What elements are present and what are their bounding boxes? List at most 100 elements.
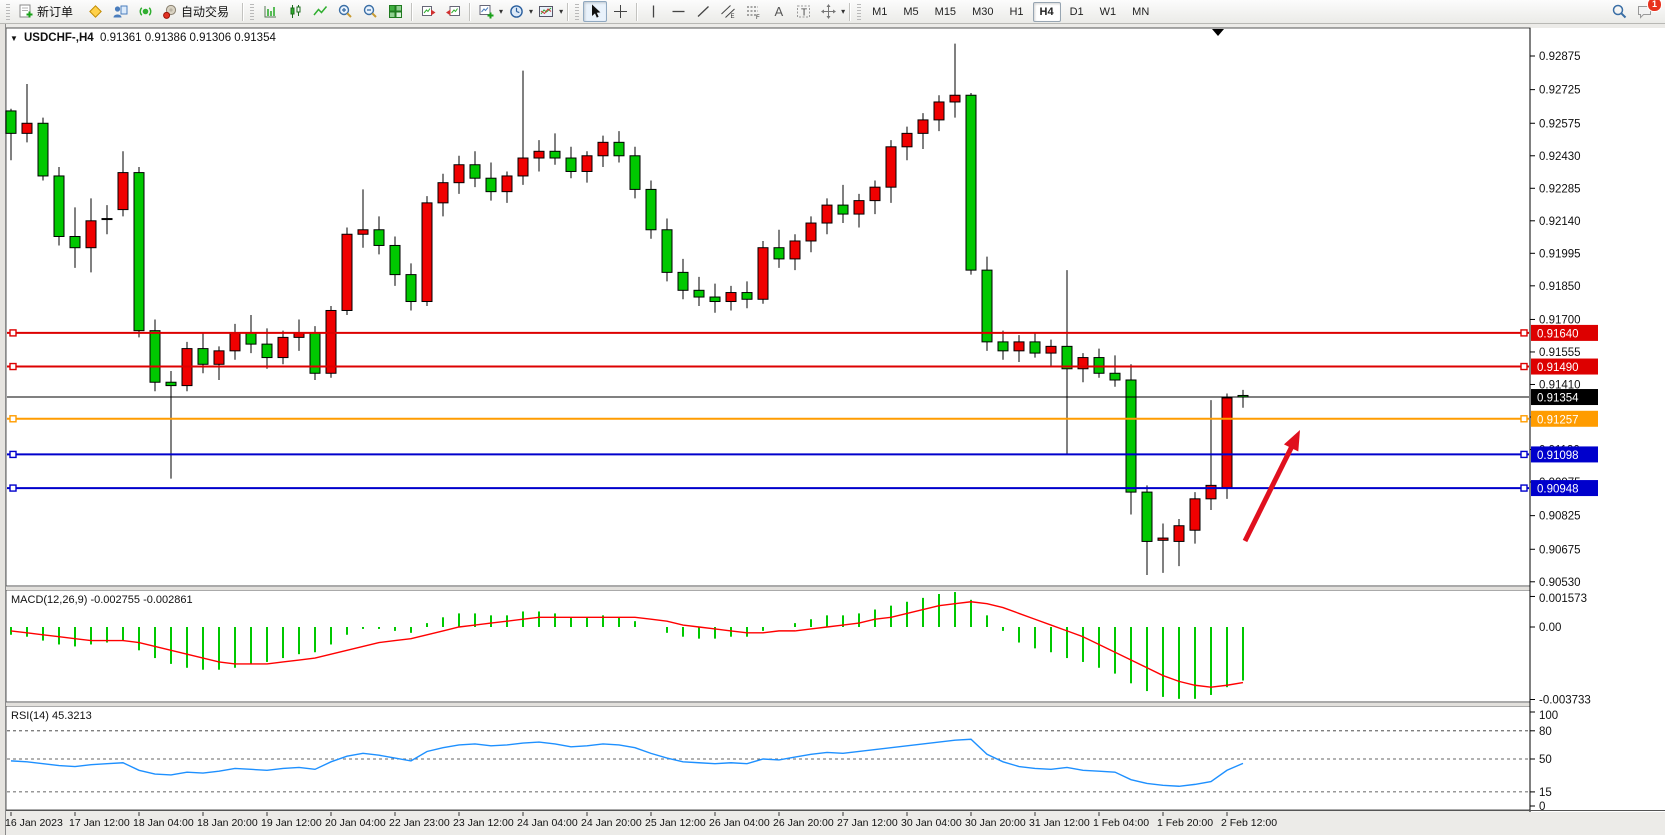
navigator-button[interactable] [133, 1, 157, 22]
rsi-axis-label: 15 [1539, 787, 1552, 799]
period-clock-button[interactable] [504, 1, 528, 22]
new-order-label: 新订单 [35, 3, 78, 20]
text-label-icon: T [795, 3, 812, 20]
timeframe-H4[interactable]: H4 [1033, 2, 1061, 22]
time-tick-label: 24 Jan 04:00 [517, 817, 578, 829]
zoom-out-icon [362, 3, 379, 20]
timeframe-H1[interactable]: H1 [1002, 2, 1030, 22]
trendline-icon [695, 3, 712, 20]
tile-windows-icon [387, 3, 404, 20]
crosshair-tool-button[interactable] [608, 1, 632, 22]
timeframe-MN[interactable]: MN [1125, 2, 1156, 22]
shapes-combo[interactable]: ▾ [816, 1, 845, 22]
trendline-tool-button[interactable] [691, 1, 715, 22]
auto-trading-button[interactable]: 自动交易 [158, 1, 238, 22]
price-tick-label: 0.91700 [1539, 314, 1581, 326]
line-handle[interactable] [10, 451, 16, 457]
search-button[interactable] [1607, 1, 1631, 22]
text-tool-button[interactable]: A [766, 1, 790, 22]
bar-chart-icon [262, 3, 279, 20]
pane-separator[interactable] [6, 587, 1665, 590]
time-tick-label: 20 Jan 04:00 [325, 817, 386, 829]
price-tick-label: 0.90675 [1539, 544, 1581, 556]
line-handle[interactable] [10, 416, 16, 422]
chart-window[interactable]: 0.928750.927250.925750.924300.922850.921… [0, 24, 1665, 835]
chart-canvas[interactable]: 0.928750.927250.925750.924300.922850.921… [0, 24, 1665, 835]
zoom-in-button[interactable] [333, 1, 357, 22]
cursor-tool-button[interactable] [583, 1, 607, 22]
line-handle[interactable] [10, 364, 16, 370]
toolbar-grip[interactable] [857, 4, 861, 20]
line-handle[interactable] [10, 330, 16, 336]
arrows-tool-button[interactable] [816, 1, 840, 22]
line-handle[interactable] [1521, 485, 1527, 491]
line-handle[interactable] [1521, 451, 1527, 457]
timeframe-M1[interactable]: M1 [865, 2, 894, 22]
line-handle[interactable] [10, 485, 16, 491]
new-chart-button[interactable] [474, 1, 498, 22]
toolbar-grip[interactable] [6, 4, 10, 20]
zoom-out-button[interactable] [358, 1, 382, 22]
notifications[interactable]: 1 [1632, 1, 1656, 22]
data-window-button[interactable] [108, 1, 132, 22]
price-tick-label: 0.91995 [1539, 248, 1581, 260]
vertical-line-tool-button[interactable] [641, 1, 665, 22]
time-tick-label: 18 Jan 04:00 [133, 817, 194, 829]
market-watch-button[interactable] [83, 1, 107, 22]
template-icon [538, 3, 555, 20]
template-combo[interactable]: ▾ [534, 1, 563, 22]
template-button[interactable] [534, 1, 558, 22]
time-tick-label: 19 Jan 12:00 [261, 817, 322, 829]
horizontal-line-tool-button[interactable] [666, 1, 690, 22]
timeframe-M5[interactable]: M5 [896, 2, 925, 22]
candlestick-chart-button[interactable] [283, 1, 307, 22]
time-tick-label: 26 Jan 20:00 [773, 817, 834, 829]
auto-scroll-button[interactable] [416, 1, 440, 22]
notification-badge[interactable]: 1 [1647, 0, 1662, 12]
line-handle[interactable] [1521, 330, 1527, 336]
rsi-axis-label: 100 [1539, 710, 1558, 722]
auto-trading-icon [162, 3, 179, 20]
chart-menu-toggle[interactable]: ▼ [10, 34, 18, 43]
clock-icon [508, 3, 525, 20]
text-label-tool-button[interactable]: T [791, 1, 815, 22]
chevron-down-icon[interactable]: ▾ [841, 7, 845, 16]
line-handle[interactable] [1521, 364, 1527, 370]
pane-separator[interactable] [6, 703, 1665, 706]
chart-shift-button[interactable] [441, 1, 465, 22]
chart-ohlc: 0.91361 0.91386 0.91306 0.91354 [100, 32, 276, 44]
time-tick-label: 27 Jan 12:00 [837, 817, 898, 829]
main-price-pane[interactable] [6, 28, 1530, 586]
mt4-window: 新订单 自动交易 [0, 0, 1665, 835]
timeframe-M30[interactable]: M30 [965, 2, 1000, 22]
market-watch-icon [87, 3, 104, 20]
new-order-button[interactable]: 新订单 [14, 1, 82, 22]
timeframe-D1[interactable]: D1 [1063, 2, 1091, 22]
fibonacci-tool-button[interactable]: F [741, 1, 765, 22]
period-combo[interactable]: ▾ [504, 1, 533, 22]
time-tick-label: 26 Jan 04:00 [709, 817, 770, 829]
toolbar-grip[interactable] [575, 4, 579, 20]
tile-windows-button[interactable] [383, 1, 407, 22]
line-handle[interactable] [1521, 416, 1527, 422]
time-tick-label: 30 Jan 04:00 [901, 817, 962, 829]
horizontal-line-icon [670, 3, 687, 20]
toolbar-grip[interactable] [250, 4, 254, 20]
new-chart-combo[interactable]: ▾ [474, 1, 503, 22]
timeframe-W1[interactable]: W1 [1093, 2, 1124, 22]
toolbar-separator [411, 3, 412, 21]
chevron-down-icon[interactable]: ▾ [559, 7, 563, 16]
svg-text:0.90948: 0.90948 [1537, 484, 1579, 496]
time-tick-label: 23 Jan 12:00 [453, 817, 514, 829]
zoom-in-icon [337, 3, 354, 20]
line-chart-button[interactable] [308, 1, 332, 22]
timeframe-M15[interactable]: M15 [928, 2, 963, 22]
rsi-axis-label: 0 [1539, 801, 1545, 813]
channel-tool-button[interactable]: E [716, 1, 740, 22]
macd-axis-label: 0.00 [1539, 622, 1561, 634]
time-tick-label: 22 Jan 23:00 [389, 817, 450, 829]
rsi-pane[interactable] [6, 706, 1530, 810]
chevron-down-icon[interactable]: ▾ [529, 7, 533, 16]
chevron-down-icon[interactable]: ▾ [499, 7, 503, 16]
bar-chart-button[interactable] [258, 1, 282, 22]
